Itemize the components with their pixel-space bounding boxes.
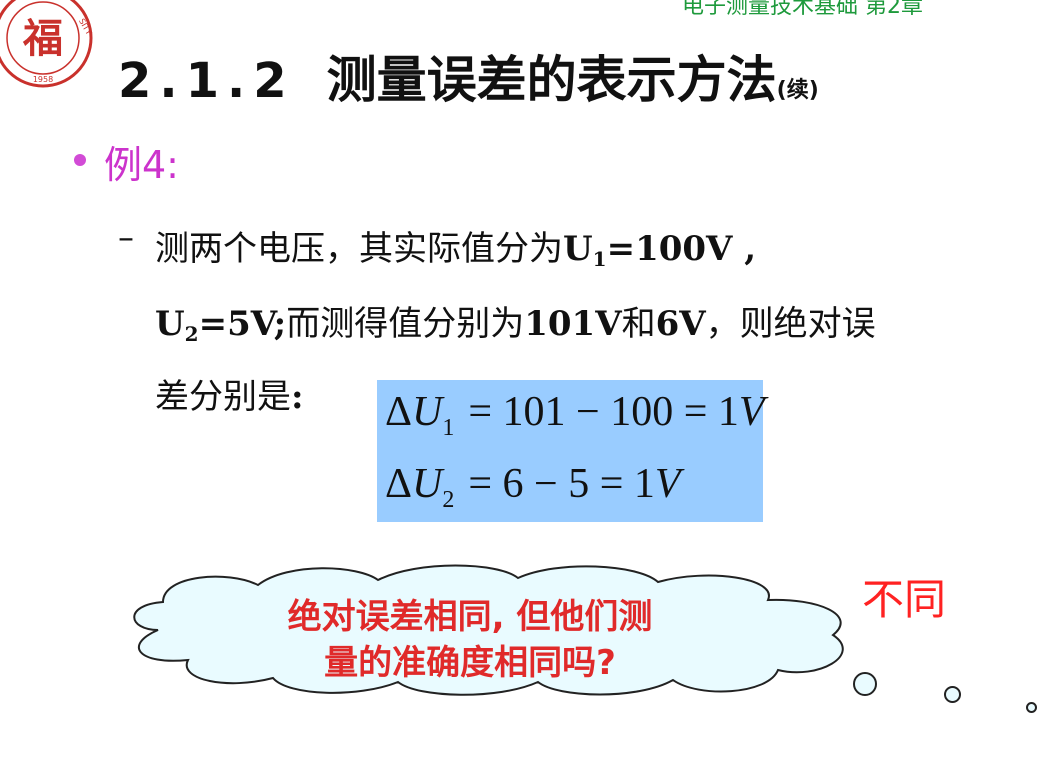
f2-delta: Δ [385,461,413,507]
line1-val: =100V , [606,229,757,269]
svg-text:福: 福 [22,16,63,62]
svg-text:1958: 1958 [33,75,53,84]
line3-text: 差分别是 [155,377,291,417]
f1-delta: Δ [385,389,413,435]
formula-1: ΔU1 = 101 − 100 = 1V [385,388,765,442]
line1-text: 测两个电压，其实际值分为 [155,229,563,269]
line2-v2: 6V [655,304,706,344]
section-number: 2.1.2 [118,53,295,109]
paragraph-line-1: 测两个电压，其实际值分为U1=100V , [155,221,756,271]
f2-expr: = 6 − 5 = 1 [468,461,655,507]
line2-sub: 2 [184,322,199,346]
slide: 福 1958 SITY 电子测量技术基础 第2章 2.1.2 测量误差的表示方法(… [0,0,1064,771]
line2-text3: ，则绝对误 [705,304,876,344]
line2-val: =5V; [198,304,287,344]
course-header: 电子测量技术基础 第2章 [682,0,923,19]
f1-var: U [412,389,443,435]
cloud-line-1: 绝对误差相同, 但他们测 [287,597,653,637]
f1-unit: V [738,389,765,435]
bullet-dot [74,154,86,166]
line2-var: U [155,304,185,344]
slide-title: 2.1.2 测量误差的表示方法(续) [118,40,819,112]
f2-unit: V [654,461,681,507]
thought-bubble-medium [944,686,961,703]
formula-box: ΔU1 = 101 − 100 = 1V ΔU2 = 6 − 5 = 1V [377,380,765,522]
cloud-line-2: 量的准确度相同吗? [324,643,616,683]
cloud-question: 绝对误差相同, 但他们测 量的准确度相同吗? [250,594,690,686]
f1-expr: = 101 − 100 = 1 [468,389,739,435]
answer-text: 不同 [862,575,947,624]
line1-var: U [563,229,593,269]
line2-text2: 和 [621,304,656,344]
line3-colon: : [291,377,304,417]
title-continued: (续) [776,78,819,103]
f2-var: U [412,461,443,507]
thought-bubble-large [853,672,877,696]
line2-text1: 而测得值分别为 [286,304,525,344]
thought-bubble-small [1026,702,1037,713]
f2-sub: 2 [442,487,455,513]
line2-v1: 101V [524,304,622,344]
university-seal-logo: 福 1958 SITY [0,0,93,88]
line1-sub: 1 [592,247,607,271]
title-text: 测量误差的表示方法 [326,51,777,109]
sub-bullet-dash: – [118,218,134,256]
paragraph-line-2: U2=5V;而测得值分别为101V和6V，则绝对误 [155,296,876,346]
paragraph-line-3: 差分别是: [155,369,304,418]
example-label: 例4: [104,143,179,187]
formula-2: ΔU2 = 6 − 5 = 1V [385,460,681,514]
f1-sub: 1 [442,415,455,441]
